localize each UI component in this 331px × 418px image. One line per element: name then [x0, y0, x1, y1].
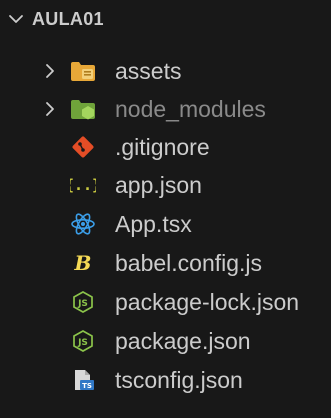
json-braces-icon: {..}: [70, 176, 96, 194]
svg-text:TS: TS: [82, 382, 92, 390]
tree-item-babel-config[interactable]: B babel.config.js: [0, 244, 331, 282]
tree-item-label: .gitignore: [115, 134, 210, 160]
chevron-down-icon: [9, 15, 23, 23]
git-icon: [72, 136, 94, 158]
node-folder-icon: [71, 100, 95, 120]
folder-icon: [71, 62, 95, 81]
tree-item-label: package.json: [115, 328, 251, 354]
svg-text:JS: JS: [77, 299, 88, 309]
svg-text:B: B: [74, 252, 92, 274]
file-explorer: AULA01 assets node_modules .gitignore ..…: [0, 0, 331, 418]
tree-item-label: node_modules: [115, 96, 266, 122]
svg-text:{..}: {..}: [70, 176, 96, 194]
svg-text:JS: JS: [77, 338, 88, 348]
tree-item-app-json[interactable]: {..} app.json: [0, 166, 331, 204]
tree-item-tsconfig-json[interactable]: TS tsconfig.json: [0, 361, 331, 399]
tree-item-label: App.tsx: [115, 211, 192, 237]
babel-icon: B: [74, 252, 92, 274]
chevron-right-icon: [46, 64, 54, 78]
react-icon: [71, 213, 95, 235]
explorer-root-label: AULA01: [32, 9, 104, 29]
explorer-root-aula01[interactable]: AULA01: [0, 0, 331, 38]
tree-item-package-lock-json[interactable]: JS package-lock.json: [0, 283, 331, 321]
tree-item-node-modules[interactable]: node_modules: [0, 90, 331, 128]
tree-item-label: babel.config.js: [115, 250, 263, 276]
tree-item-label: package-lock.json: [115, 289, 300, 315]
tsconfig-icon: TS: [75, 370, 94, 390]
tree-item-app-tsx[interactable]: App.tsx: [0, 205, 331, 243]
chevron-right-icon: [46, 102, 54, 116]
tree-item-label: assets: [115, 58, 182, 84]
npm-js-icon: JS: [73, 291, 93, 313]
tree-item-label: tsconfig.json: [115, 367, 243, 393]
tree-item-package-json[interactable]: JS package.json: [0, 322, 331, 360]
tree-item-label: app.json: [115, 172, 202, 198]
tree-item-assets[interactable]: assets: [0, 52, 331, 90]
tree-item-gitignore[interactable]: .gitignore: [0, 128, 331, 166]
npm-js-icon: JS: [73, 330, 93, 352]
